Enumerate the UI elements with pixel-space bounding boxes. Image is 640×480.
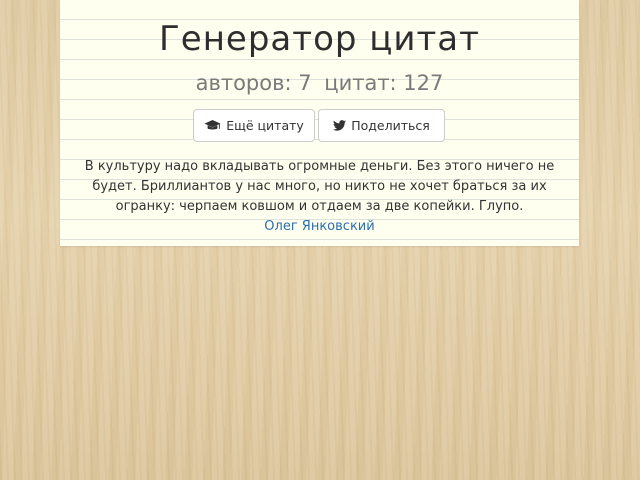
share-button[interactable]: Поделиться [318, 109, 445, 142]
graduation-cap-icon [204, 119, 221, 132]
more-quote-button[interactable]: Ещё цитату [193, 109, 315, 142]
authors-count: авторов: 7 [195, 71, 312, 95]
twitter-bird-icon [333, 120, 347, 131]
quote-text: В культуру надо вкладывать огромные день… [84, 159, 555, 214]
page-title: Генератор цитат [159, 19, 480, 59]
stats-line: авторов: 7 цитат: 127 [60, 68, 579, 98]
more-quote-label: Ещё цитату [226, 118, 304, 133]
author-line: Олег Янковский [60, 217, 579, 237]
quotes-count: цитат: 127 [324, 71, 444, 95]
author-link[interactable]: Олег Янковский [264, 219, 374, 234]
quote-card: Генератор цитат авторов: 7 цитат: 127 Ещ… [60, 0, 579, 246]
share-label: Поделиться [351, 118, 430, 133]
